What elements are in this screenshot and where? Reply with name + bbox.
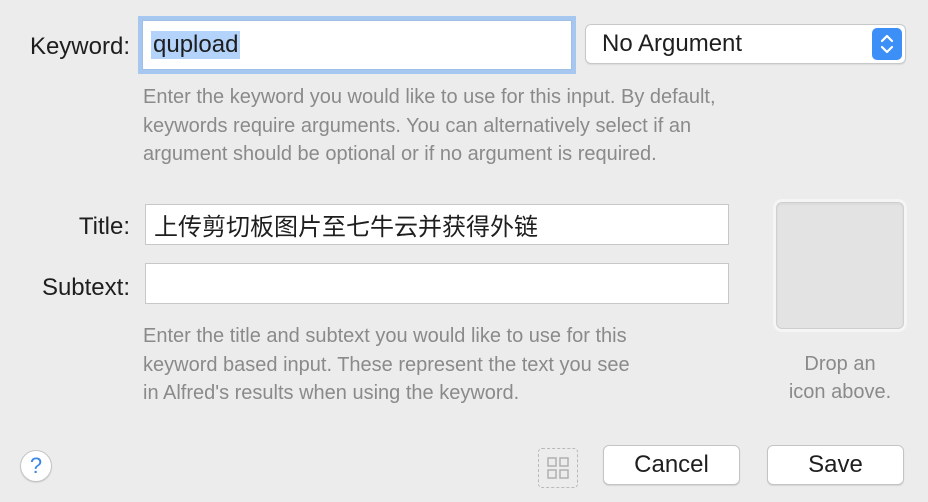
grid-icon[interactable] <box>538 448 578 488</box>
title-input[interactable]: 上传剪切板图片至七牛云并获得外链 <box>145 204 729 245</box>
icon-drop-hint-line: Drop an <box>804 353 876 375</box>
title-label: Title: <box>78 213 130 240</box>
argument-select-value: No Argument <box>602 30 743 57</box>
icon-drop-hint-line: icon above. <box>788 381 892 403</box>
title-help-line: Enter the title and subtext you would li… <box>143 325 627 347</box>
keyword-help-line: argument should be optional or if no arg… <box>143 143 657 165</box>
keyword-help-line: Enter the keyword you would like to use … <box>143 86 716 108</box>
icon-drop-well[interactable] <box>776 202 904 329</box>
up-down-chevrons-icon <box>872 28 902 60</box>
subtext-label: Subtext: <box>41 274 130 301</box>
title-help-line: in Alfred's results when using the keywo… <box>143 382 520 404</box>
keyword-label: Keyword: <box>29 33 130 60</box>
help-button[interactable]: ? <box>20 450 52 482</box>
subtext-input[interactable] <box>145 263 729 304</box>
keyword-help-text: Enter the keyword you would like to use … <box>143 83 843 169</box>
question-icon: ? <box>29 453 43 478</box>
argument-select[interactable]: No Argument <box>585 24 906 64</box>
keyword-value: qupload <box>151 31 241 59</box>
title-help-text: Enter the title and subtext you would li… <box>143 322 743 408</box>
save-button[interactable]: Save <box>767 445 904 485</box>
keyword-help-line: keywords require arguments. You can alte… <box>143 114 692 137</box>
title-value: 上传剪切板图片至七牛云并获得外链 <box>154 214 538 241</box>
title-help-line: keyword based input. These represent the… <box>143 353 630 376</box>
icon-drop-hint: Drop an icon above. <box>760 350 920 406</box>
cancel-button[interactable]: Cancel <box>603 445 740 485</box>
keyword-input[interactable]: qupload <box>142 20 572 70</box>
